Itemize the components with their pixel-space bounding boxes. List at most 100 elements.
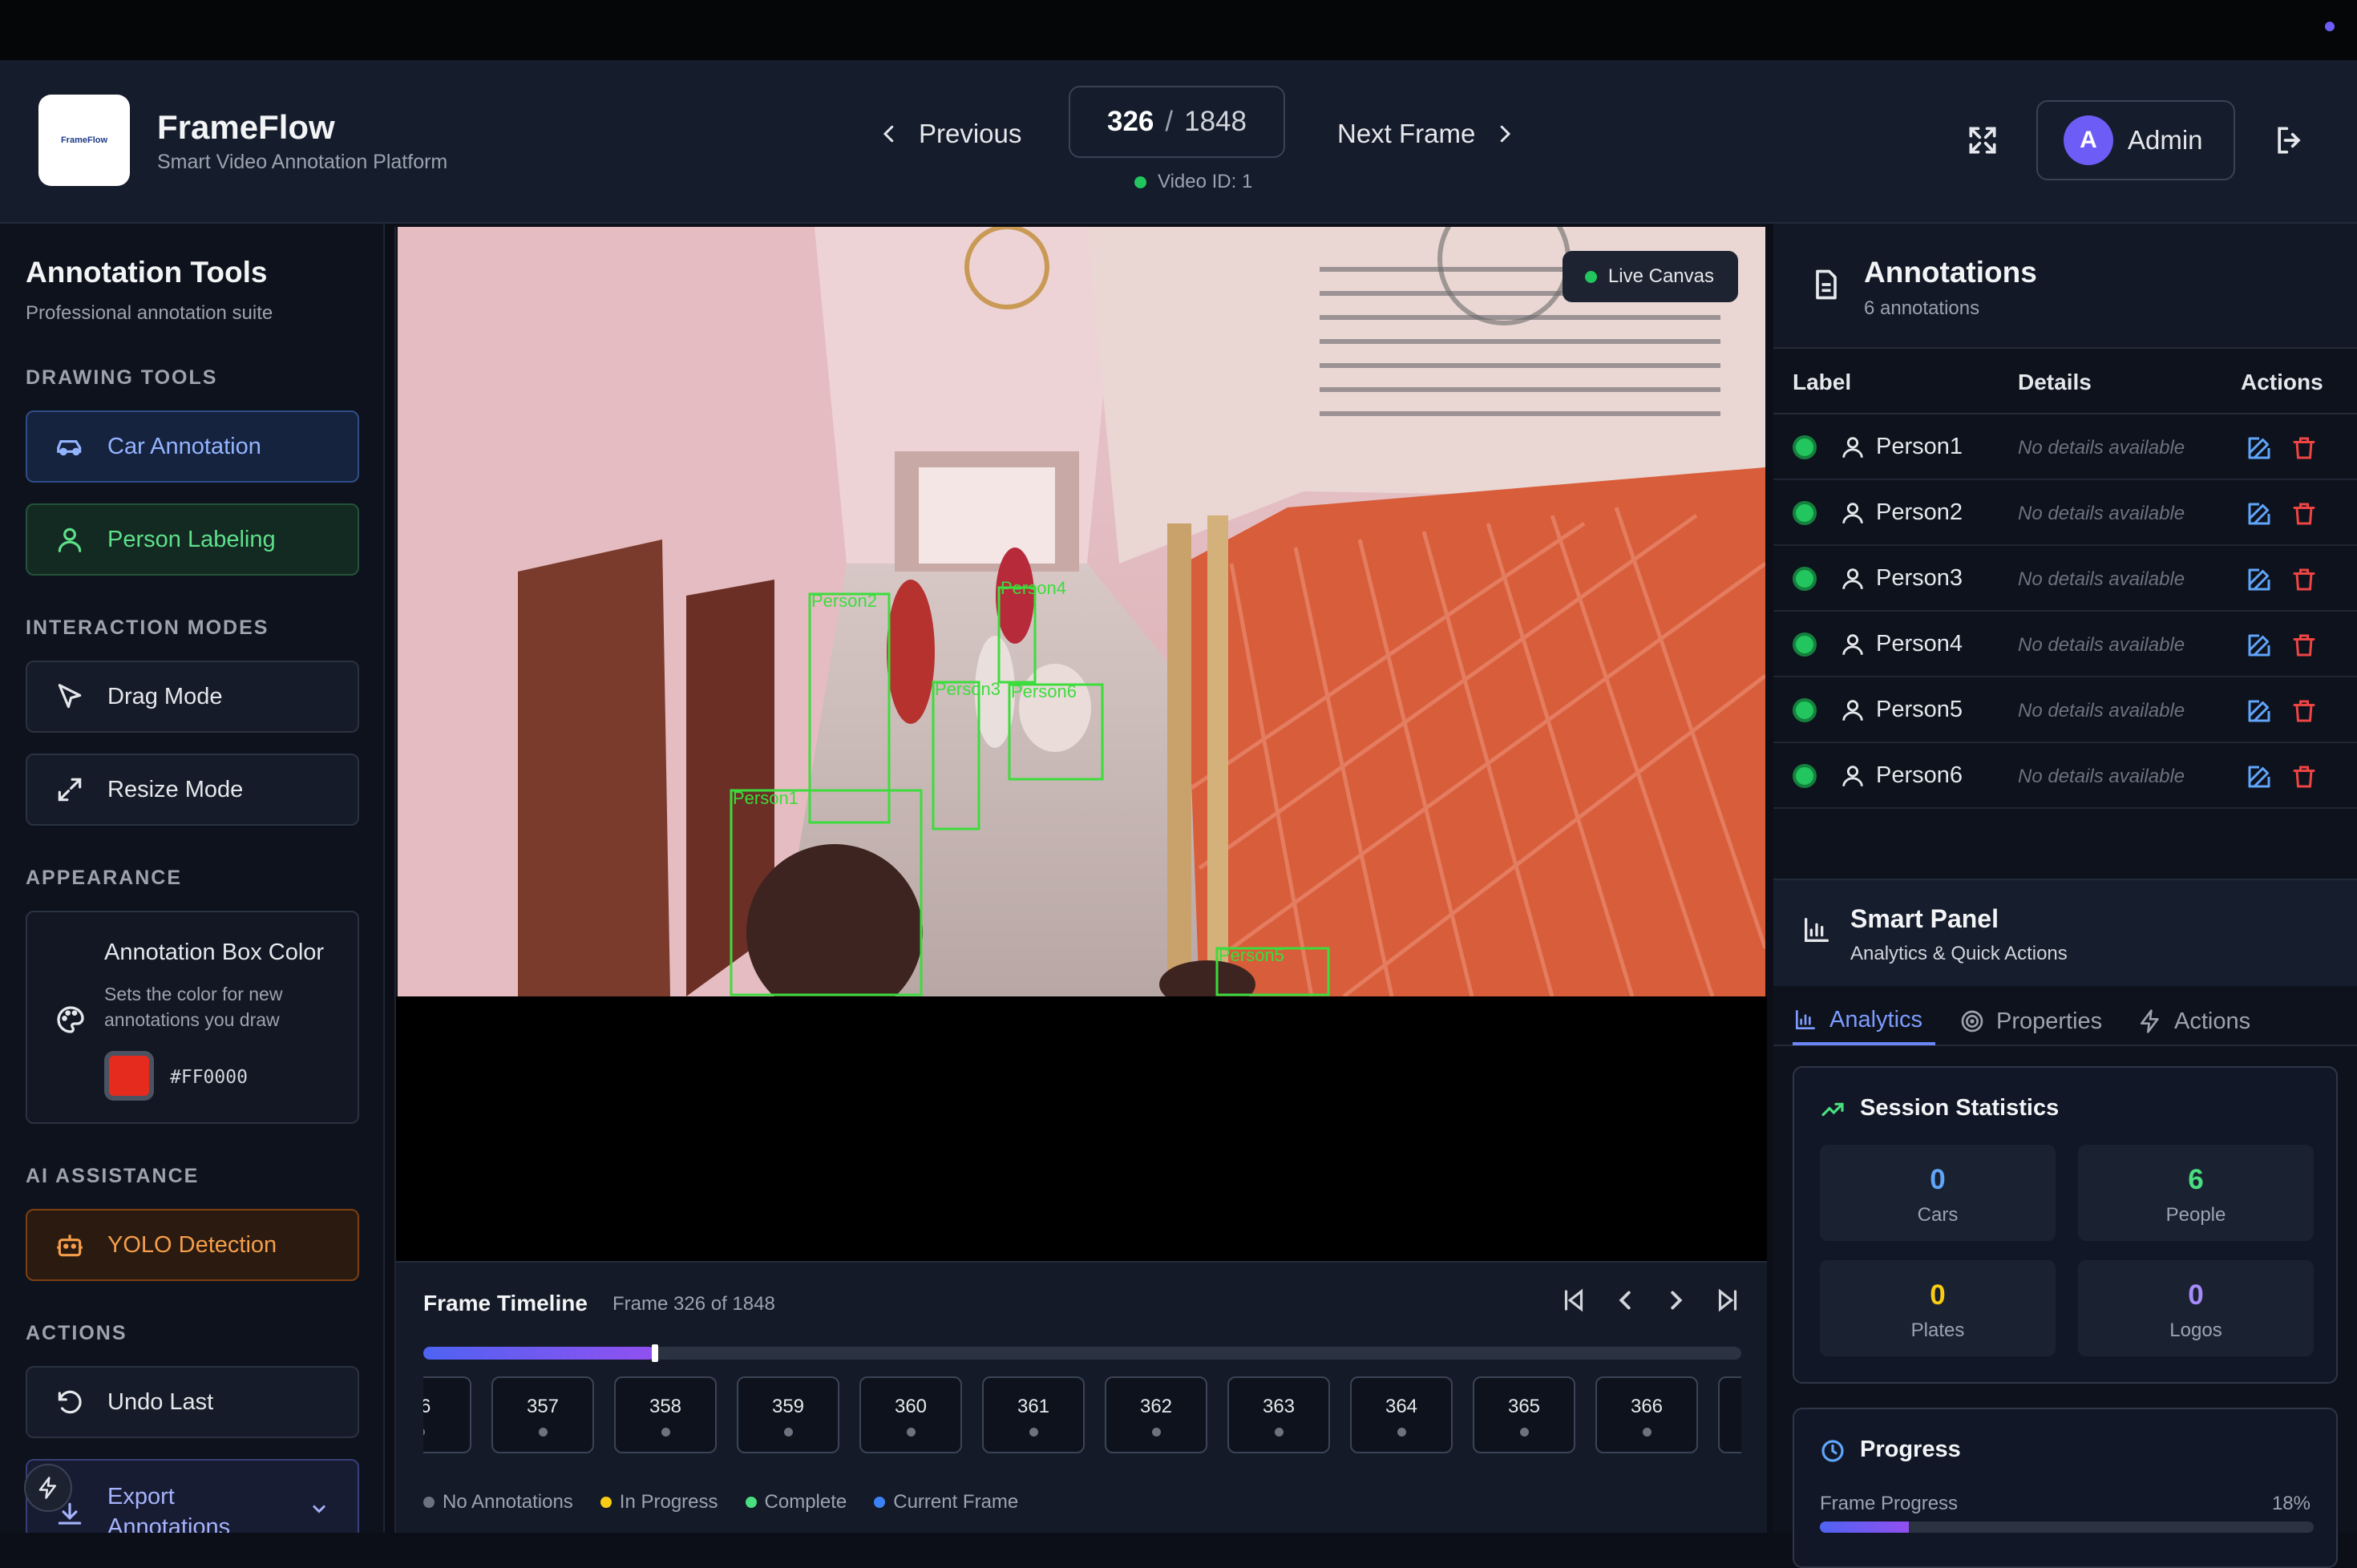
delete-icon[interactable] xyxy=(2290,565,2319,594)
avatar: A xyxy=(2064,115,2113,165)
undo-last-button[interactable]: Undo Last xyxy=(26,1366,359,1438)
status-dot xyxy=(1793,501,1817,525)
table-row[interactable]: Person5 No details available xyxy=(1773,677,2357,743)
bbox-label: Person1 xyxy=(733,788,798,808)
tab-actions-label: Actions xyxy=(2174,1008,2251,1034)
palette-icon xyxy=(57,1006,84,1033)
top-bar xyxy=(0,0,2357,60)
delete-icon[interactable] xyxy=(2290,631,2319,660)
status-dot xyxy=(1793,632,1817,657)
frame-cell[interactable]: 359 xyxy=(737,1376,839,1453)
chevron-left-icon[interactable] xyxy=(1610,1285,1640,1315)
frame-status-dot xyxy=(784,1428,793,1437)
chevron-right-icon[interactable] xyxy=(1661,1285,1692,1315)
legend-item: In Progress xyxy=(600,1491,718,1513)
color-title: Annotation Box Color xyxy=(104,940,325,965)
frame-cell[interactable]: 360 xyxy=(859,1376,962,1453)
video-frame[interactable]: Person1 Person2 Person3 Person4 Person5 … xyxy=(398,227,1765,996)
table-row[interactable]: Person4 No details available xyxy=(1773,612,2357,677)
frame-cell[interactable]: 362 xyxy=(1105,1376,1207,1453)
table-row[interactable]: Person6 No details available xyxy=(1773,743,2357,809)
status-dot xyxy=(1793,435,1817,459)
person-labeling-button[interactable]: Person Labeling xyxy=(26,503,359,576)
robot-icon xyxy=(57,1235,83,1257)
frame-number: 56 xyxy=(423,1396,431,1417)
skip-end-icon[interactable] xyxy=(1712,1285,1743,1315)
previous-button[interactable]: Previous xyxy=(877,102,1021,166)
frame-status-dot xyxy=(1643,1428,1652,1437)
canvas-empty-area xyxy=(396,996,1767,1261)
bbox-label: Person5 xyxy=(1219,945,1284,965)
color-hex-value: #FF0000 xyxy=(170,1067,248,1088)
legend-label: Complete xyxy=(764,1491,847,1513)
color-swatch[interactable] xyxy=(104,1051,154,1101)
edit-icon[interactable] xyxy=(2245,762,2274,791)
frame-progress-value: 18% xyxy=(2271,1493,2311,1514)
delete-icon[interactable] xyxy=(2290,499,2319,528)
quick-action-button[interactable] xyxy=(24,1464,72,1512)
progress-card: Progress Frame Progress 18% xyxy=(1793,1408,2338,1568)
stat-value: 0 xyxy=(1930,1164,1946,1195)
user-menu[interactable]: A Admin xyxy=(2036,100,2235,180)
edit-icon[interactable] xyxy=(2245,434,2274,463)
frame-number: 361 xyxy=(1017,1396,1050,1417)
document-icon xyxy=(1816,269,1837,300)
drag-mode-button[interactable]: Drag Mode xyxy=(26,661,359,733)
status-dot xyxy=(1793,764,1817,788)
edit-icon[interactable] xyxy=(2245,499,2274,528)
stat-people: 6 People xyxy=(2078,1145,2314,1241)
table-row[interactable]: Person1 No details available xyxy=(1773,414,2357,480)
tab-properties[interactable]: Properties xyxy=(1959,997,2102,1045)
yolo-detection-button[interactable]: YOLO Detection xyxy=(26,1209,359,1281)
skip-start-icon[interactable] xyxy=(1559,1285,1589,1315)
app-subtitle: Smart Video Annotation Platform xyxy=(157,151,448,173)
stat-plates: 0 Plates xyxy=(1820,1260,2056,1356)
section-interaction-modes: INTERACTION MODES xyxy=(26,616,269,639)
edit-icon[interactable] xyxy=(2245,697,2274,725)
frame-cell[interactable]: 367 xyxy=(1718,1376,1741,1453)
frame-cell[interactable]: 56 xyxy=(423,1376,471,1453)
tab-actions[interactable]: Actions xyxy=(2137,997,2250,1045)
delete-icon[interactable] xyxy=(2290,697,2319,725)
timeline-subtitle: Frame 326 of 1848 xyxy=(612,1293,775,1315)
chevron-down-icon xyxy=(313,1505,325,1513)
timeline-controls xyxy=(1559,1285,1743,1315)
live-canvas-badge: Live Canvas xyxy=(1562,251,1738,302)
clock-icon xyxy=(1821,1440,1844,1462)
delete-icon[interactable] xyxy=(2290,762,2319,791)
timeline-scrubber[interactable] xyxy=(423,1344,1741,1362)
frame-cell[interactable]: 364 xyxy=(1350,1376,1453,1453)
lightning-icon xyxy=(38,1477,56,1499)
delete-icon[interactable] xyxy=(2290,434,2319,463)
annotation-label: Person2 xyxy=(1876,499,1963,525)
frame-status-dot xyxy=(661,1428,670,1437)
frame-cell[interactable]: 358 xyxy=(614,1376,717,1453)
tab-analytics[interactable]: Analytics xyxy=(1793,997,1936,1045)
frame-cell[interactable]: 361 xyxy=(982,1376,1085,1453)
frame-status-dot xyxy=(1397,1428,1406,1437)
frame-cell[interactable]: 365 xyxy=(1473,1376,1575,1453)
edit-icon[interactable] xyxy=(2245,631,2274,660)
frame-counter[interactable]: 326 / 1848 xyxy=(1069,86,1285,158)
edit-icon[interactable] xyxy=(2245,565,2274,594)
main-canvas-area: Person1 Person2 Person3 Person4 Person5 … xyxy=(394,227,1767,1533)
section-actions: ACTIONS xyxy=(26,1322,127,1344)
frame-cell[interactable]: 363 xyxy=(1227,1376,1330,1453)
timeline-thumb[interactable] xyxy=(652,1344,659,1362)
table-row[interactable]: Person3 No details available xyxy=(1773,546,2357,612)
timeline-progress-fill xyxy=(423,1347,656,1360)
fullscreen-icon[interactable] xyxy=(1965,123,2000,158)
annotations-table-header: Label Details Actions xyxy=(1773,349,2357,414)
table-row[interactable]: Person2 No details available xyxy=(1773,480,2357,546)
next-frame-button[interactable]: Next Frame xyxy=(1337,102,1517,166)
frame-cell[interactable]: 366 xyxy=(1595,1376,1698,1453)
resize-mode-button[interactable]: Resize Mode xyxy=(26,754,359,826)
drag-mode-label: Drag Mode xyxy=(107,683,223,709)
car-annotation-button[interactable]: Car Annotation xyxy=(26,410,359,483)
annotation-details: No details available xyxy=(2018,503,2185,524)
frame-cell[interactable]: 357 xyxy=(491,1376,594,1453)
export-annotations-button[interactable]: Export Annotations xyxy=(26,1459,359,1533)
app-logo[interactable]: FrameFlow xyxy=(38,95,130,186)
logout-icon[interactable] xyxy=(2272,123,2307,158)
annotation-label: Person3 xyxy=(1876,565,1963,591)
